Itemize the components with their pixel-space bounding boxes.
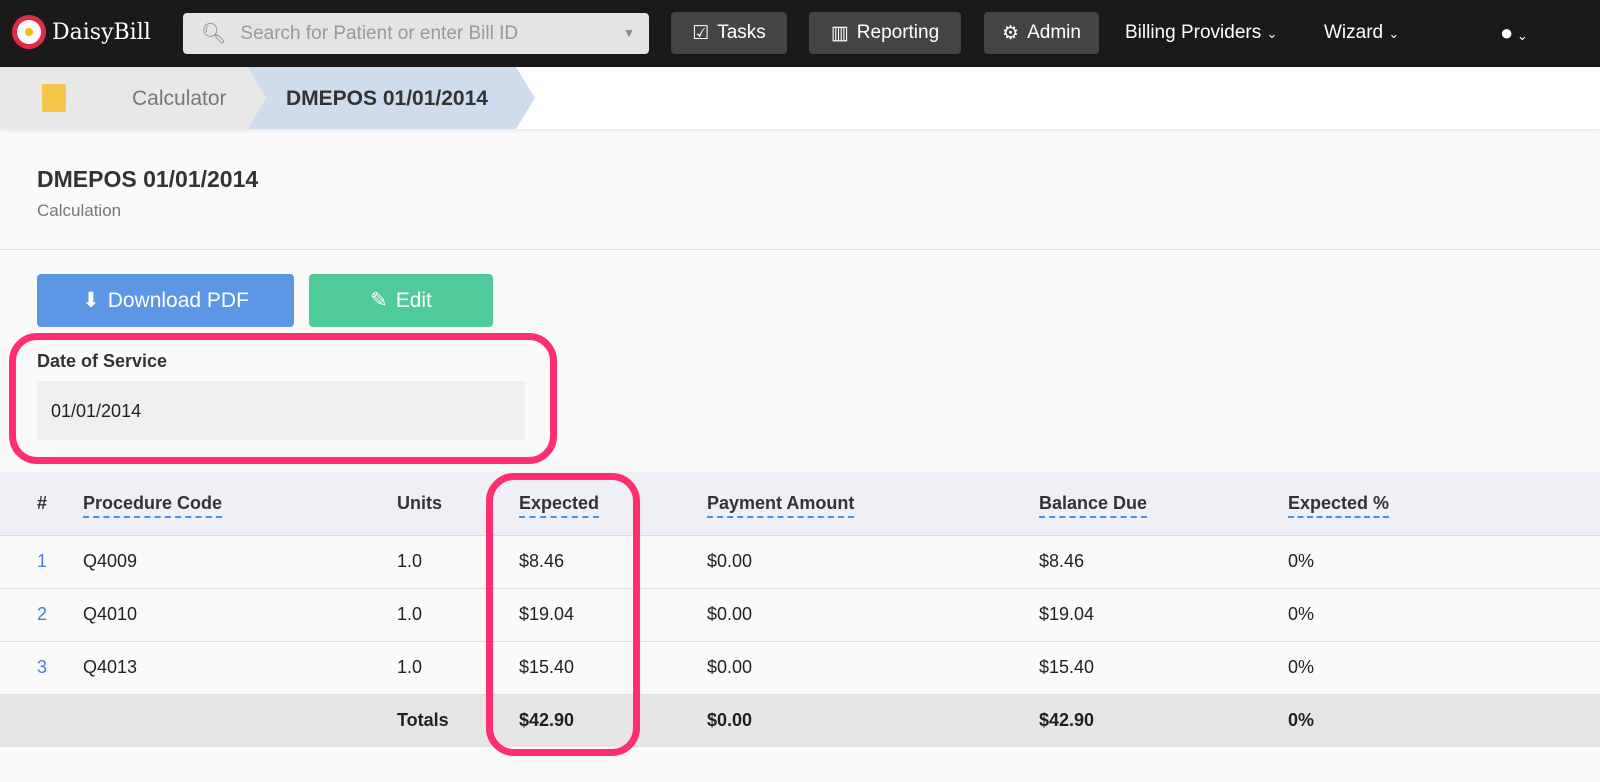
- clipboard-check-icon: ☑: [692, 22, 710, 44]
- page-subtitle: Calculation: [37, 201, 122, 220]
- caret-down-icon[interactable]: ▼: [623, 26, 635, 40]
- payment-amount: $0.00: [707, 640, 1039, 694]
- table-row: 1 Q4009 1.0 $8.46 $0.00 $8.46 0%: [0, 534, 1600, 588]
- gear-icon: ⚙: [1002, 22, 1020, 44]
- totals-row: Totals $42.90 $0.00 $42.90 0%: [0, 693, 1600, 747]
- balance-due: $19.04: [1039, 587, 1288, 641]
- row-number-link[interactable]: 1: [0, 534, 83, 588]
- chevron-down-icon: ⌄: [1388, 26, 1400, 41]
- edit-button[interactable]: ✎ Edit: [309, 274, 493, 327]
- payment-amount: $0.00: [707, 587, 1039, 641]
- breadcrumb-current: DMEPOS 01/01/2014: [248, 67, 535, 129]
- tasks-label: Tasks: [717, 22, 766, 43]
- col-units: Units: [397, 492, 442, 513]
- calculator-wand-icon: [42, 84, 66, 112]
- expected-percent: 0%: [1288, 534, 1600, 588]
- page-title: DMEPOS 01/01/2014: [37, 166, 259, 192]
- expected-percent: 0%: [1288, 587, 1600, 641]
- breadcrumb-home[interactable]: Calculator: [0, 67, 268, 129]
- top-nav: DaisyBill 🔍︎ Search for Patient or enter …: [0, 0, 1600, 67]
- edit-label: Edit: [395, 288, 432, 312]
- breadcrumb-separator: [95, 67, 115, 129]
- edit-icon: ✎: [370, 289, 388, 312]
- col-payment-amount[interactable]: Payment Amount: [707, 492, 855, 518]
- table-header-row: # Procedure Code Units Expected Payment …: [0, 472, 1600, 535]
- wizard-menu[interactable]: Wizard ⌄: [1324, 22, 1399, 44]
- table-row: 3 Q4013 1.0 $15.40 $0.00 $15.40 0%: [0, 640, 1600, 694]
- balance-due: $15.40: [1039, 640, 1288, 694]
- expected-percent: 0%: [1288, 640, 1600, 694]
- table-row: 2 Q4010 1.0 $19.04 $0.00 $19.04 0%: [0, 587, 1600, 641]
- total-percent: 0%: [1288, 693, 1600, 747]
- page-header: DMEPOS 01/01/2014 Calculation: [0, 144, 1600, 250]
- download-icon: ⬇: [82, 289, 100, 312]
- calculation-table: # Procedure Code Units Expected Payment …: [0, 472, 1600, 747]
- wizard-label: Wizard: [1324, 22, 1384, 43]
- reporting-button[interactable]: ▥ Reporting: [809, 12, 961, 54]
- search-input[interactable]: 🔍︎ Search for Patient or enter Bill ID ▼: [183, 13, 649, 54]
- total-balance: $42.90: [1039, 693, 1288, 747]
- reporting-label: Reporting: [856, 22, 940, 43]
- procedure-code: Q4010: [83, 587, 397, 641]
- procedure-code: Q4013: [83, 640, 397, 694]
- search-icon: 🔍︎: [201, 23, 227, 45]
- billing-providers-label: Billing Providers: [1125, 22, 1262, 43]
- download-pdf-button[interactable]: ⬇ Download PDF: [37, 274, 294, 327]
- brand-name: DaisyBill: [52, 19, 151, 45]
- breadcrumb-current-label: DMEPOS 01/01/2014: [286, 87, 488, 110]
- search-placeholder: Search for Patient or enter Bill ID: [240, 22, 519, 44]
- admin-button[interactable]: ⚙ Admin: [984, 12, 1099, 54]
- col-procedure-code[interactable]: Procedure Code: [83, 492, 223, 518]
- tasks-button[interactable]: ☑ Tasks: [671, 12, 787, 54]
- breadcrumb: Calculator DMEPOS 01/01/2014: [0, 67, 1600, 129]
- highlight-expected-column: [486, 473, 640, 756]
- chevron-down-icon: ⌄: [1513, 28, 1528, 43]
- payment-amount: $0.00: [707, 534, 1039, 588]
- chevron-down-icon: ⌄: [1266, 26, 1278, 41]
- user-menu[interactable]: ● ⌄: [1500, 20, 1528, 46]
- total-payment: $0.00: [707, 693, 1039, 747]
- billing-providers-menu[interactable]: Billing Providers ⌄: [1125, 22, 1277, 44]
- col-balance-due[interactable]: Balance Due: [1039, 492, 1148, 518]
- user-circle-icon: ●: [1500, 20, 1514, 45]
- col-expected-percent[interactable]: Expected %: [1288, 492, 1390, 518]
- breadcrumb-calculator[interactable]: Calculator: [132, 87, 227, 111]
- col-number: #: [37, 492, 48, 513]
- download-label: Download PDF: [107, 288, 249, 312]
- bar-chart-icon: ▥: [830, 22, 849, 44]
- row-number-link[interactable]: 3: [0, 640, 83, 694]
- procedure-code: Q4009: [83, 534, 397, 588]
- admin-label: Admin: [1027, 22, 1081, 43]
- daisy-icon: [12, 15, 46, 49]
- logo[interactable]: DaisyBill: [12, 15, 151, 49]
- highlight-date-of-service: [9, 333, 557, 464]
- balance-due: $8.46: [1039, 534, 1288, 588]
- row-number-link[interactable]: 2: [0, 587, 83, 641]
